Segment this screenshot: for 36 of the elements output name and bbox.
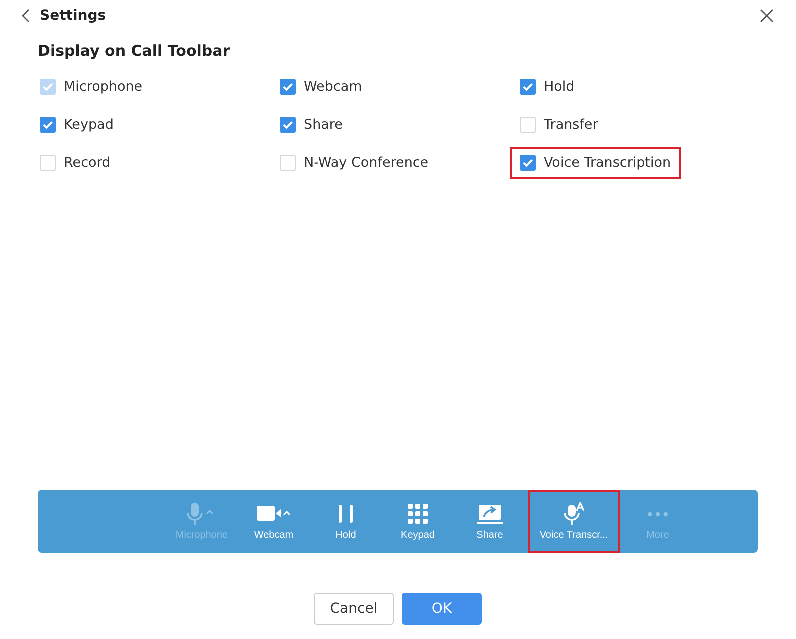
option-label: Hold	[544, 79, 575, 95]
toolbar-button[interactable]: Hold	[310, 490, 382, 553]
share-screen-icon	[477, 502, 503, 526]
option-label: Webcam	[304, 79, 362, 95]
cancel-button[interactable]: Cancel	[314, 593, 394, 625]
option-label: N-Way Conference	[304, 155, 429, 171]
toolbar-button[interactable]: Keypad	[382, 490, 454, 553]
more-icon	[648, 512, 668, 517]
pause-icon	[336, 502, 356, 526]
check-icon	[283, 121, 293, 129]
option-label: Keypad	[64, 117, 114, 133]
section-title: Display on Call Toolbar	[38, 42, 232, 62]
ok-button[interactable]: OK	[402, 593, 482, 625]
toolbar-button[interactable]: Share	[454, 490, 526, 553]
toolbar-button[interactable]: Webcam	[238, 490, 310, 553]
back-icon[interactable]	[22, 9, 30, 23]
checkbox[interactable]	[520, 155, 536, 171]
checkbox[interactable]	[280, 117, 296, 133]
option-label: Transfer	[544, 117, 598, 133]
option-label: Record	[64, 155, 111, 171]
check-icon	[43, 121, 53, 129]
window-title: Settings	[40, 8, 106, 24]
check-icon	[523, 159, 533, 167]
option-label: Voice Transcription	[544, 155, 672, 171]
toolbar-button[interactable]: Voice Transcr...	[528, 490, 620, 553]
check-icon	[283, 83, 293, 91]
option-label: Microphone	[64, 79, 143, 95]
check-icon	[523, 83, 533, 91]
option-label: Share	[304, 117, 343, 133]
checkbox[interactable]	[40, 117, 56, 133]
close-icon[interactable]	[760, 9, 774, 23]
check-icon	[43, 83, 53, 91]
microphone-icon	[562, 502, 586, 526]
keypad-icon	[407, 502, 429, 526]
checkbox[interactable]	[520, 79, 536, 95]
checkbox[interactable]	[280, 79, 296, 95]
